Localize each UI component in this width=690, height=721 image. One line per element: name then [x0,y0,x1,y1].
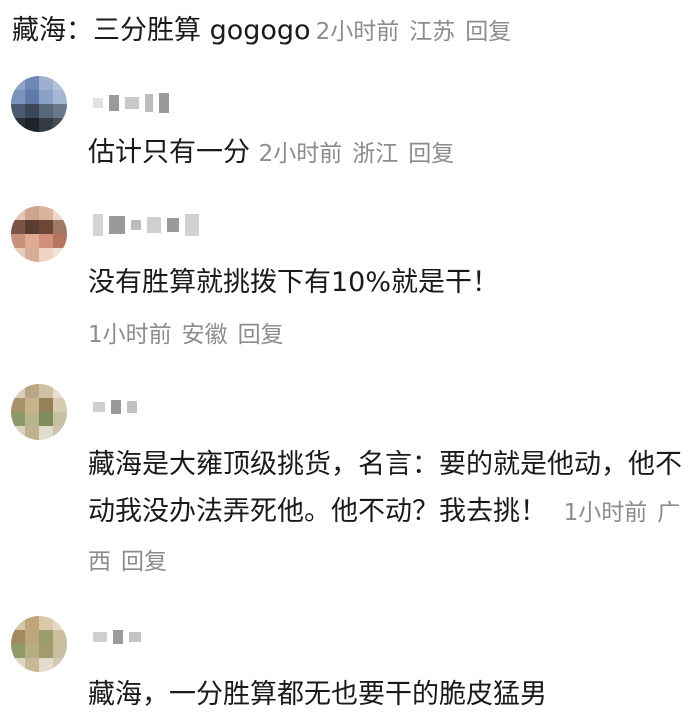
avatar[interactable] [11,206,67,262]
comment-text: 藏海，一分胜算都无也要干的脆皮猛男 [88,679,547,710]
top-comment-location: 江苏 [409,19,456,45]
comment-meta: 1小时前 安徽 回复 [88,316,683,354]
username-blurred[interactable] [93,88,169,118]
avatar[interactable] [11,76,67,132]
reply-button[interactable]: 回复 [408,141,454,167]
avatar[interactable] [11,384,67,440]
top-comment-text: 三分胜算 gogogo [93,15,311,46]
comment-location: 安徽 [181,322,228,348]
username-blurred[interactable] [93,392,137,422]
comment-time: 1小时前 [563,500,648,526]
comment-text: 估计只有一分 [88,137,250,168]
avatar[interactable] [11,616,67,672]
comment-item: 藏海是大雍顶级挑货，名言：要的就是他动，他不动我没办法弄死他。他不动？我去挑！ … [88,441,683,586]
comment-item: 估计只有一分 2小时前 浙江 回复 [88,134,683,173]
top-comment: 藏海：三分胜算 gogogo 2小时前 江苏 回复 [12,8,521,47]
comment-location: 浙江 [352,141,399,167]
comment-time: 2小时前 [258,141,343,167]
comment-item: 藏海，一分胜算都无也要干的脆皮猛男 [88,676,683,721]
username-blurred[interactable] [93,622,141,652]
reply-button[interactable]: 回复 [238,322,284,348]
top-comment-meta: 2小时前 江苏 回复 [316,19,522,45]
reply-button[interactable]: 回复 [121,549,167,575]
top-comment-time: 2小时前 [315,19,400,45]
top-comment-author[interactable]: 藏海： [12,15,93,46]
comment-meta: 2小时前 浙江 回复 [259,141,465,167]
comment-text: 没有胜算就挑拨下有10%就是干！ [88,267,500,298]
reply-button[interactable]: 回复 [465,19,511,45]
username-blurred[interactable] [93,210,199,240]
comment-item: 没有胜算就挑拨下有10%就是干！ 1小时前 安徽 回复 [88,264,683,354]
comment-time: 1小时前 [88,322,172,348]
